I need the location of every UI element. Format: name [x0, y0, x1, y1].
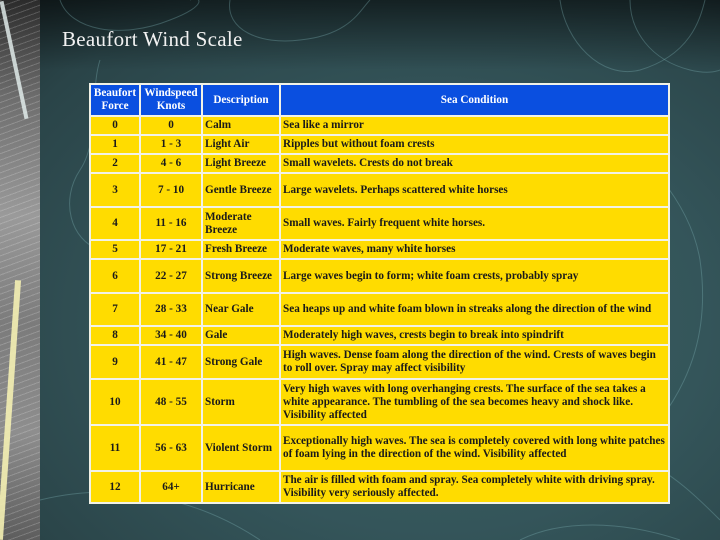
cell-description: Strong Breeze	[203, 260, 279, 292]
cell-description: Storm	[203, 380, 279, 424]
cell-sea-condition: Moderately high waves, crests begin to b…	[281, 327, 668, 344]
cell-sea-condition: Ripples but without foam crests	[281, 136, 668, 153]
cell-description: Calm	[203, 117, 279, 134]
table-row: 9 41 - 47 Strong Gale High waves. Dense foa…	[91, 346, 668, 378]
table-row: 11 56 - 63 Violent Storm Exceptionally high…	[91, 426, 668, 470]
cell-description: Violent Storm	[203, 426, 279, 470]
cell-sea-condition: Small wavelets. Crests do not break	[281, 155, 668, 172]
table-row: 6 22 - 27 Strong Breeze Large waves begin t…	[91, 260, 668, 292]
cell-sea-condition: Sea heaps up and white foam blown in str…	[281, 294, 668, 325]
cell-knots: 28 - 33	[141, 294, 201, 325]
cell-sea-condition: Large wavelets. Perhaps scattered white …	[281, 174, 668, 206]
cell-sea-condition: High waves. Dense foam along the directi…	[281, 346, 668, 378]
cell-force: 5	[91, 241, 139, 258]
cell-force: 11	[91, 426, 139, 470]
cell-knots: 56 - 63	[141, 426, 201, 470]
cell-force: 10	[91, 380, 139, 424]
table-row: 4 11 - 16 Moderate Breeze Small waves. Fair…	[91, 208, 668, 239]
beaufort-table: Beaufort Force Windspeed Knots Descripti…	[89, 83, 670, 504]
cell-description: Hurricane	[203, 472, 279, 502]
cell-sea-condition: The air is filled with foam and spray. S…	[281, 472, 668, 502]
cell-knots: 4 - 6	[141, 155, 201, 172]
cell-force: 9	[91, 346, 139, 378]
cell-sea-condition: Moderate waves, many white horses	[281, 241, 668, 258]
table-row: 11 - 3 Light Air Ripples but without foam …	[91, 136, 668, 153]
cell-force: 4	[91, 208, 139, 239]
decorative-map-strip	[0, 0, 40, 540]
cell-sea-condition: Sea like a mirror	[281, 117, 668, 134]
cell-knots: 34 - 40	[141, 327, 201, 344]
cell-knots: 48 - 55	[141, 380, 201, 424]
cell-knots: 0	[141, 117, 201, 134]
table-row: 10 48 - 55 Storm Very high waves with long …	[91, 380, 668, 424]
cell-knots: 17 - 21	[141, 241, 201, 258]
table-row: 37 - 10 Gentle Breeze Large wavelets. Perh…	[91, 174, 668, 206]
cell-force: 12	[91, 472, 139, 502]
cell-knots: 7 - 10	[141, 174, 201, 206]
cell-force: 6	[91, 260, 139, 292]
cell-description: Moderate Breeze	[203, 208, 279, 239]
header-force: Beaufort Force	[91, 85, 139, 115]
cell-sea-condition: Very high waves with long overhanging cr…	[281, 380, 668, 424]
table-row: 7 28 - 33 Near Gale Sea heaps up and white …	[91, 294, 668, 325]
cell-force: 0	[91, 117, 139, 134]
cell-sea-condition: Exceptionally high waves. The sea is com…	[281, 426, 668, 470]
map-road-line	[0, 280, 22, 540]
cell-sea-condition: Small waves. Fairly frequent white horse…	[281, 208, 668, 239]
table-row: 12 64+ Hurricane The air is filled with foa…	[91, 472, 668, 502]
table-row: 24 - 6 Light Breeze Small wavelets. Crests…	[91, 155, 668, 172]
cell-description: Light Air	[203, 136, 279, 153]
cell-force: 7	[91, 294, 139, 325]
header-description: Description	[203, 85, 279, 115]
cell-sea-condition: Large waves begin to form; white foam cr…	[281, 260, 668, 292]
cell-knots: 64+	[141, 472, 201, 502]
slide-title: Beaufort Wind Scale	[62, 27, 243, 51]
cell-description: Gale	[203, 327, 279, 344]
table-row: 5 17 - 21 Fresh Breeze Moderate waves, many…	[91, 241, 668, 258]
table-row: 8 34 - 40 Gale Moderately high waves, crest…	[91, 327, 668, 344]
cell-force: 1	[91, 136, 139, 153]
table-row: 0 0 Calm Sea like a mirror	[91, 117, 668, 134]
cell-knots: 41 - 47	[141, 346, 201, 378]
cell-force: 3	[91, 174, 139, 206]
cell-knots: 22 - 27	[141, 260, 201, 292]
cell-description: Near Gale	[203, 294, 279, 325]
cell-description: Light Breeze	[203, 155, 279, 172]
table-header-row: Beaufort Force Windspeed Knots Descripti…	[91, 85, 668, 115]
cell-description: Fresh Breeze	[203, 241, 279, 258]
cell-description: Strong Gale	[203, 346, 279, 378]
cell-force: 2	[91, 155, 139, 172]
header-knots: Windspeed Knots	[141, 85, 201, 115]
cell-description: Gentle Breeze	[203, 174, 279, 206]
map-road-line	[0, 0, 29, 120]
header-sea-condition: Sea Condition	[281, 85, 668, 115]
cell-knots: 1 - 3	[141, 136, 201, 153]
cell-force: 8	[91, 327, 139, 344]
cell-knots: 11 - 16	[141, 208, 201, 239]
